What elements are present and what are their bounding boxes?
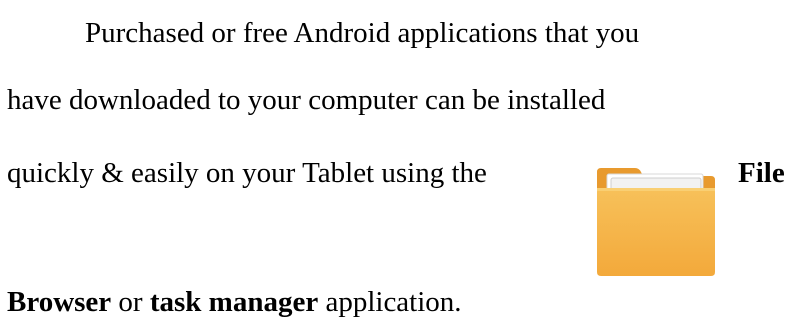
paragraph-line-2: have downloaded to your computer can be … <box>7 84 606 116</box>
folder-icon <box>597 166 715 276</box>
file-word: File <box>738 157 785 189</box>
or-word: or <box>111 286 150 318</box>
task-manager-word: task manager <box>149 286 319 318</box>
document-page: Purchased or free Android applications t… <box>0 0 799 336</box>
paragraph-line-3: quickly & easily on your Tablet using th… <box>7 157 487 189</box>
browser-word: Browser <box>7 286 112 318</box>
application-word: application. <box>318 286 462 318</box>
paragraph-line-1: Purchased or free Android applications t… <box>85 17 640 49</box>
paragraph-line-4: Browser or task manager application. <box>7 285 462 319</box>
